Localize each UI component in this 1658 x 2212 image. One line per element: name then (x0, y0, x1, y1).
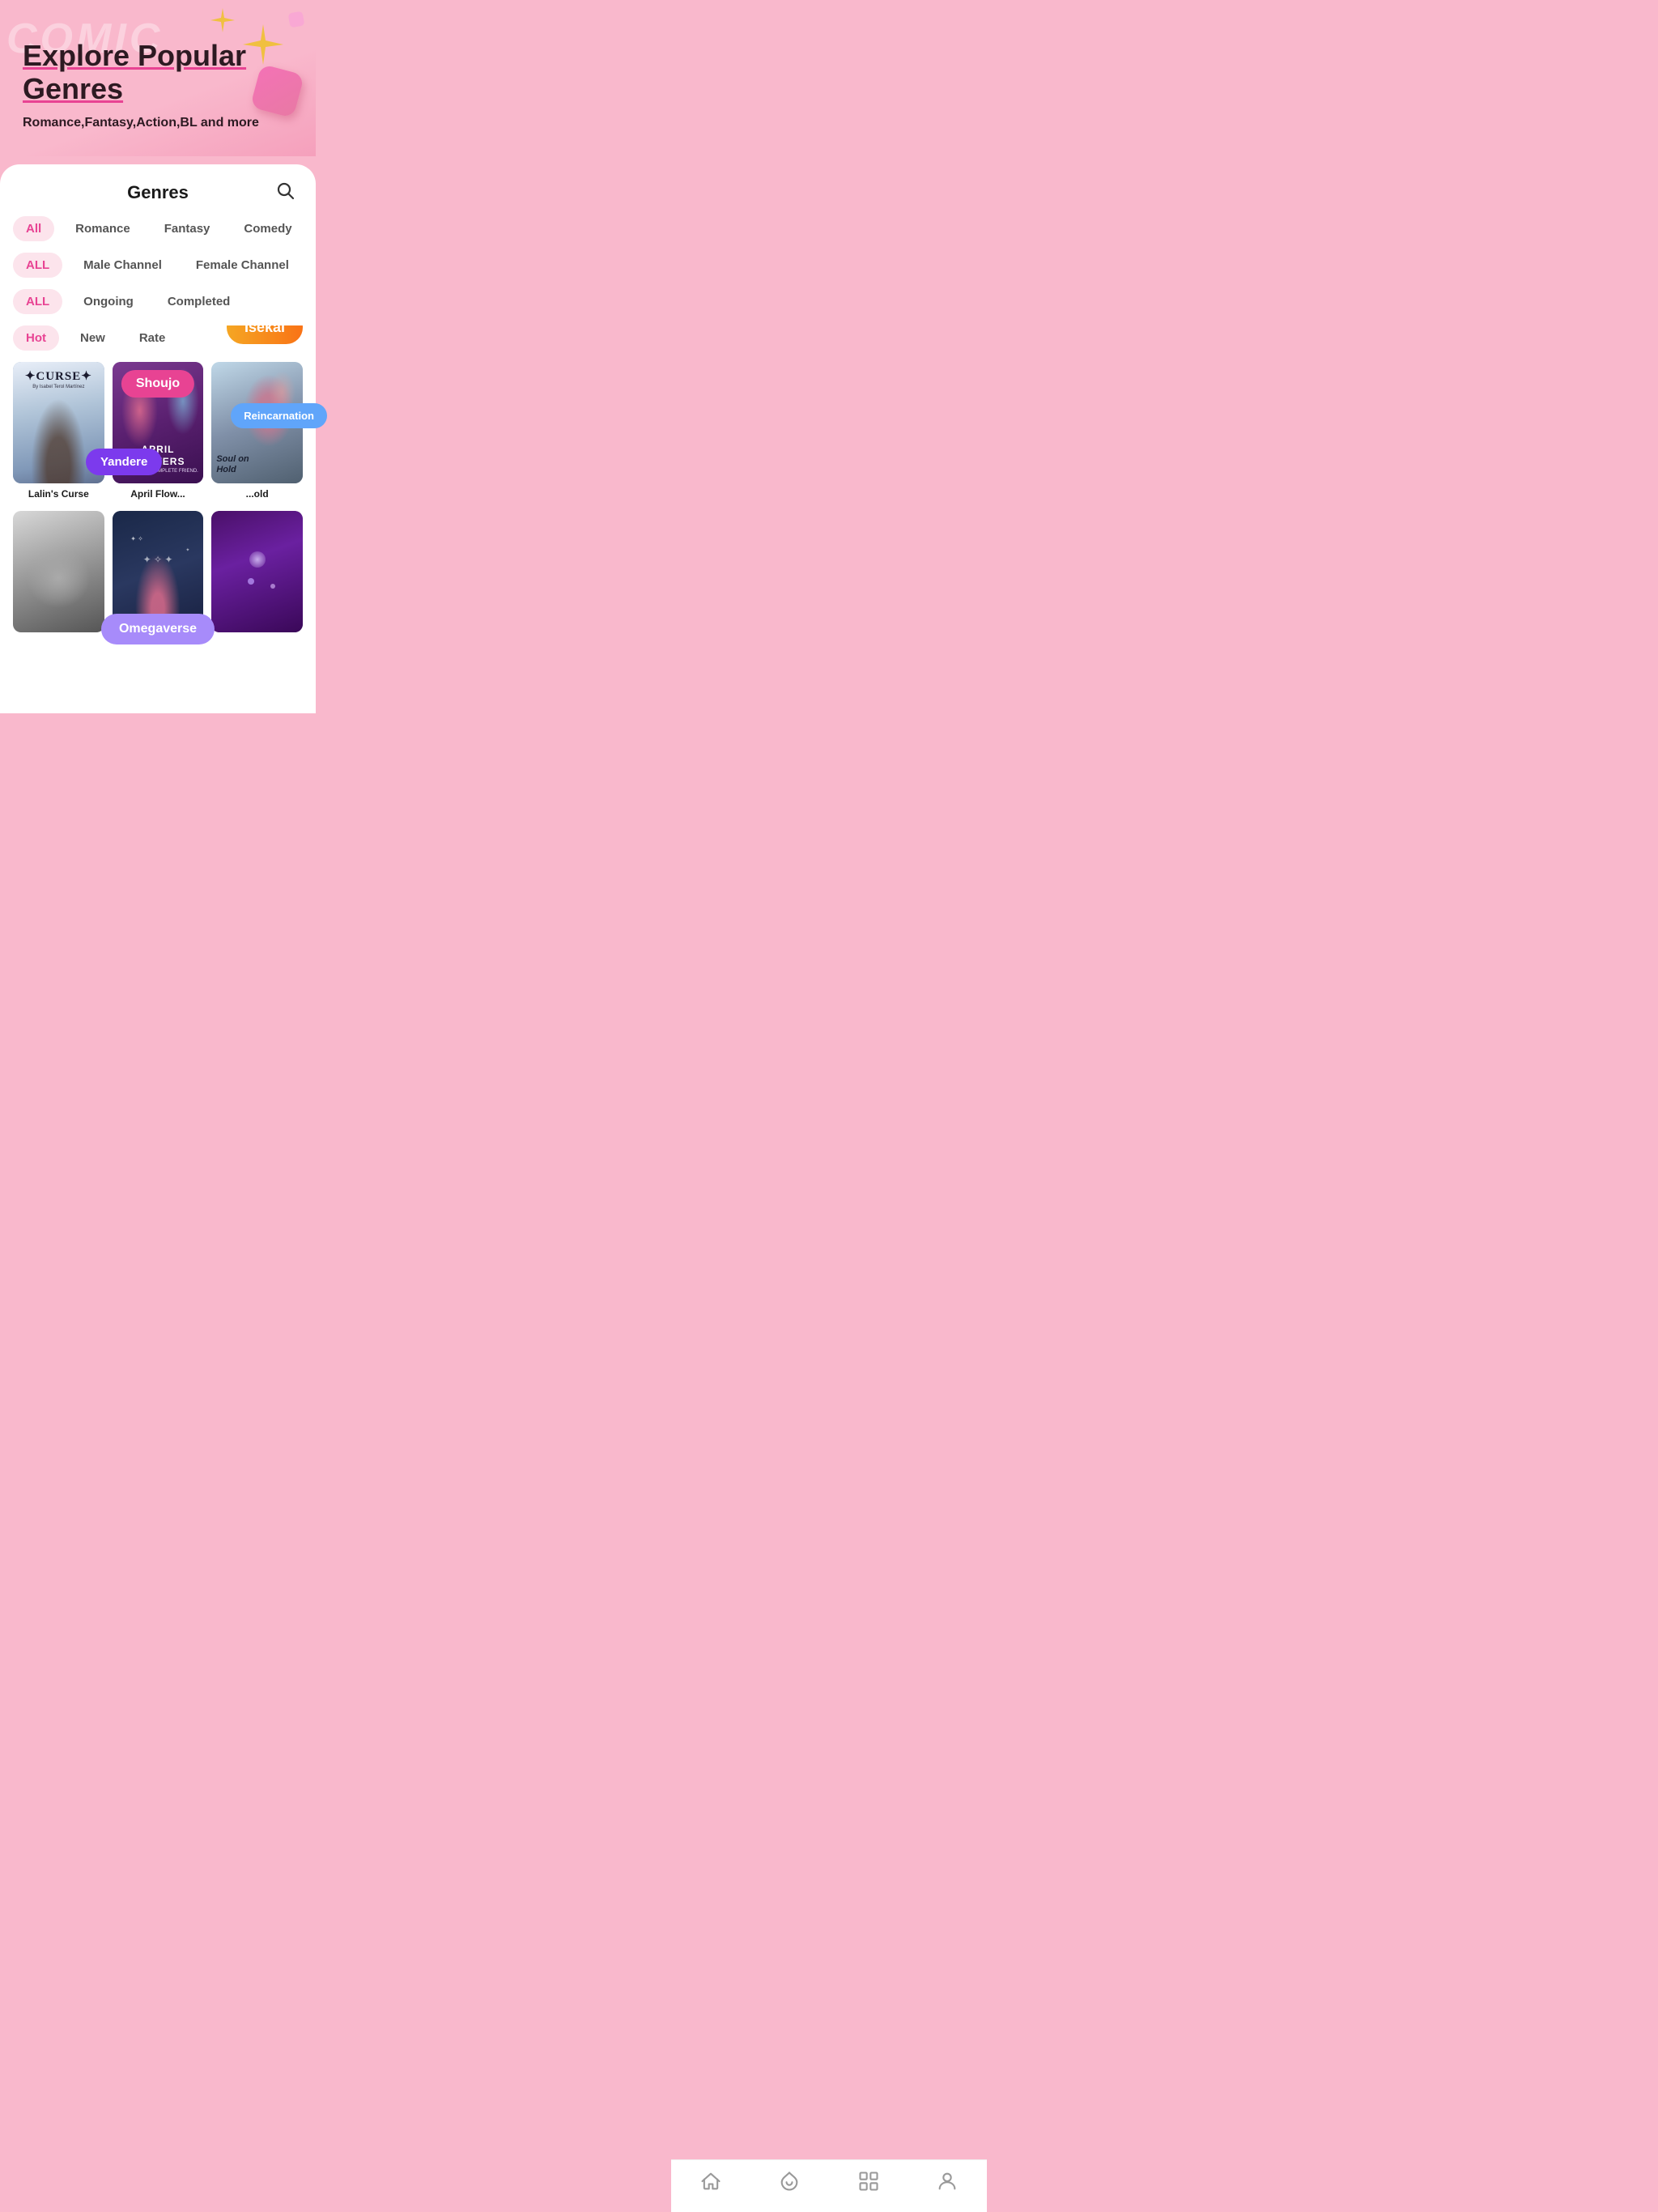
events-icon (778, 2170, 801, 2193)
comic-cover-bw (13, 511, 104, 632)
nav-home[interactable] (699, 2170, 722, 2193)
comic-item-bw[interactable] (13, 511, 104, 632)
genre-filter-comedy[interactable]: Comedy (231, 216, 303, 241)
genre-filter-romance[interactable]: Romance (62, 216, 143, 241)
status-filter-ongoing[interactable]: Ongoing (70, 289, 147, 314)
sort-filter-hot[interactable]: Hot (13, 325, 59, 351)
channel-filter-female[interactable]: Female Channel (183, 253, 302, 278)
pink-small-cube-decoration (288, 11, 305, 28)
pink-cube-decoration (250, 64, 304, 118)
main-card: Genres All Romance Fantasy Comedy Action… (0, 164, 316, 713)
sort-filter-rate[interactable]: Rate (126, 325, 179, 351)
status-filter-all[interactable]: ALL (13, 289, 62, 314)
profile-icon (936, 2170, 959, 2193)
omegaverse-tag[interactable]: Omegaverse (101, 614, 215, 644)
hero-subtitle: Romance,Fantasy,Action,BL and more (23, 116, 293, 130)
comic-item-lalins-curse[interactable]: ✦CURSE✦ By Isabel Terol Martínez Lalin's… (13, 362, 104, 500)
status-filter-row: ALL Ongoing Completed (13, 289, 303, 314)
card-header: Genres (0, 164, 316, 216)
comic-title-april-flowers: April Flow... (113, 488, 204, 500)
shoujo-tag[interactable]: Shoujo (121, 370, 194, 398)
bottom-nav (671, 2159, 987, 2212)
filter-section: All Romance Fantasy Comedy Action Dra AL… (0, 216, 316, 351)
comic-item-april-flowers[interactable]: APRILFLOWERS HALF GHOST. COMPLETE FRIEND… (113, 362, 204, 500)
sparkle-big-icon (243, 24, 283, 65)
sparkle-small-icon (210, 8, 235, 32)
nav-profile[interactable] (936, 2170, 959, 2193)
channel-filter-row: ALL Male Channel Female Channel (13, 253, 303, 278)
comics-grid-row1: ✦CURSE✦ By Isabel Terol Martínez Lalin's… (13, 362, 303, 500)
nav-events[interactable] (778, 2170, 801, 2193)
reincarnation-tag[interactable]: Reincarnation (231, 403, 327, 428)
explore-icon (857, 2170, 880, 2193)
comic-title-soul-on-hold: ...old (211, 488, 303, 500)
yandere-tag[interactable]: Yandere (86, 449, 162, 475)
search-button[interactable] (270, 176, 300, 205)
curse-author-text: By Isabel Terol Martínez (13, 385, 104, 389)
comics-grid-row2: ✦ ✧ ✦ Omegaverse (13, 511, 303, 632)
cover-soul-text: Soul onHold (216, 454, 249, 475)
genre-filter-fantasy[interactable]: Fantasy (151, 216, 223, 241)
decorative-sparkles (202, 8, 308, 113)
hero-section: COMIC Explore Popular Genres Romance,Fan… (0, 0, 316, 156)
isekai-tag[interactable]: Isekai (227, 325, 303, 344)
channel-filter-male[interactable]: Male Channel (70, 253, 175, 278)
sort-filter-row: Hot New Rate Isekai (13, 325, 303, 351)
comic-item-soul-on-hold[interactable]: Soul onHold ...old Reincarnation (211, 362, 303, 500)
nav-explore[interactable] (857, 2170, 880, 2193)
status-filter-completed[interactable]: Completed (155, 289, 244, 314)
card-title: Genres (127, 182, 189, 203)
comic-cover-purple (211, 511, 303, 632)
genre-filter-all[interactable]: All (13, 216, 54, 241)
comic-item-purple[interactable] (211, 511, 303, 632)
sort-filter-new[interactable]: New (67, 325, 118, 351)
comic-title-lalins-curse: Lalin's Curse (13, 488, 104, 500)
channel-filter-all[interactable]: ALL (13, 253, 62, 278)
comics-section: ✦CURSE✦ By Isabel Terol Martínez Lalin's… (0, 362, 316, 697)
genre-filter-row: All Romance Fantasy Comedy Action Dra (13, 216, 303, 241)
search-icon (275, 181, 295, 200)
curse-title-text: ✦CURSE✦ (13, 368, 104, 384)
home-icon (699, 2170, 722, 2193)
